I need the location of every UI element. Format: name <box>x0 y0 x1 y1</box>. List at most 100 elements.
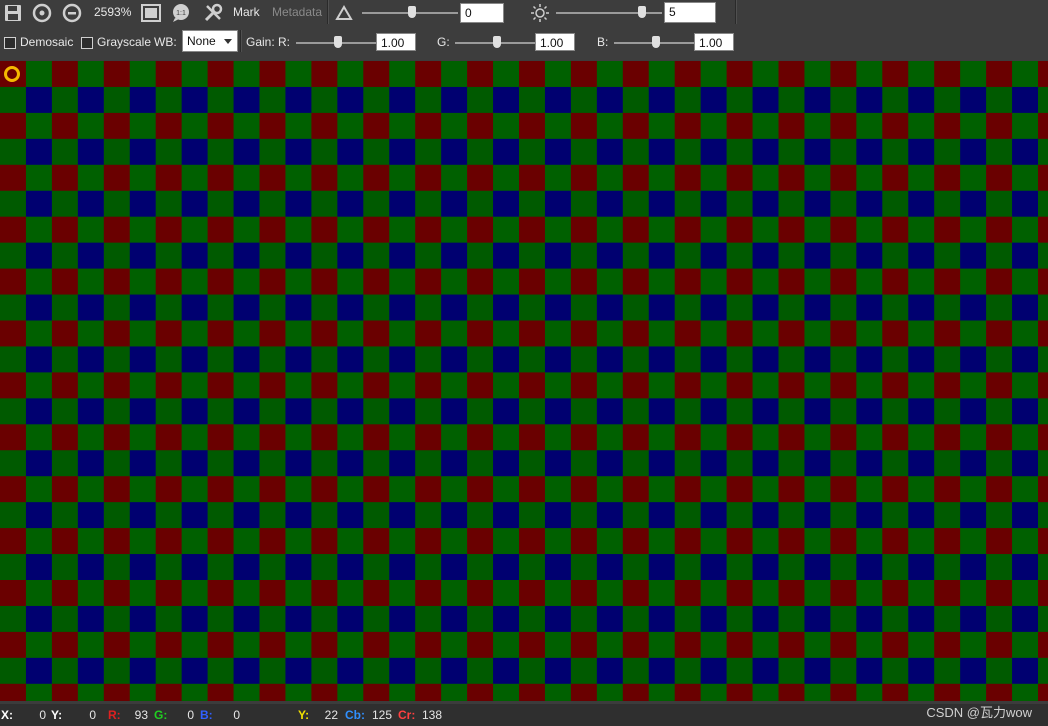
bayer-pixel <box>882 424 909 451</box>
mark-button[interactable]: Mark <box>233 5 260 19</box>
contrast-input[interactable]: 0 <box>460 3 504 23</box>
bayer-pixel <box>960 605 987 633</box>
bayer-pixel <box>363 268 390 296</box>
bayer-pixel <box>544 268 572 296</box>
bayer-pixel <box>363 631 390 659</box>
bayer-pixel <box>856 61 883 88</box>
bayer-pixel <box>129 605 157 633</box>
bayer-pixel <box>1038 580 1048 607</box>
bayer-pixel <box>986 631 1013 659</box>
bayer-pixel <box>0 320 27 348</box>
bayer-pixel <box>337 657 364 685</box>
bayer-pixel <box>908 580 935 607</box>
bayer-pixel <box>960 683 987 701</box>
bayer-pixel <box>233 112 261 140</box>
bayer-pixel <box>622 424 650 451</box>
contrast-slider-thumb[interactable] <box>408 6 416 18</box>
gain-r-slider-thumb[interactable] <box>334 36 342 48</box>
gain-g-input[interactable]: 1.00 <box>535 33 575 51</box>
bayer-pixel <box>389 683 416 701</box>
bayer-pixel <box>986 164 1013 192</box>
bayer-pixel <box>934 683 961 701</box>
bayer-pixel <box>519 216 546 244</box>
bayer-pixel <box>415 112 442 140</box>
bayer-pixel <box>0 528 27 555</box>
brightness-input[interactable]: 5 <box>664 2 716 23</box>
gain-g-slider-thumb[interactable] <box>493 36 501 48</box>
bayer-pixel <box>804 476 831 503</box>
bayer-pixel <box>804 164 831 192</box>
bayer-pixel <box>544 372 572 399</box>
bayer-pixel <box>726 398 754 425</box>
bayer-pixel <box>467 476 494 503</box>
bayer-pixel <box>908 502 935 529</box>
tools-icon[interactable] <box>202 2 224 24</box>
bayer-pixel <box>285 216 312 244</box>
zoom-in-icon[interactable] <box>31 2 53 24</box>
save-icon[interactable] <box>2 2 24 24</box>
bayer-pixel <box>519 631 546 659</box>
bayer-pixel <box>882 216 909 244</box>
gain-b-input[interactable]: 1.00 <box>694 33 734 51</box>
bayer-pixel <box>934 138 961 166</box>
bayer-pixel <box>233 138 261 166</box>
bayer-pixel <box>259 294 287 322</box>
bayer-pixel <box>700 294 728 322</box>
bayer-pixel <box>882 61 909 88</box>
fit-window-icon[interactable] <box>140 2 162 24</box>
bayer-pixel <box>960 138 987 166</box>
bayer-pixel <box>415 61 442 88</box>
bayer-pixel <box>648 294 676 322</box>
gain-b-slider-thumb[interactable] <box>652 36 660 48</box>
bayer-pixel <box>986 242 1013 270</box>
bayer-pixel <box>129 424 157 451</box>
bayer-pixel <box>155 216 183 244</box>
bayer-pixel <box>986 294 1013 322</box>
bayer-pixel <box>493 346 520 373</box>
bayer-pixel <box>700 216 728 244</box>
bayer-pixel <box>519 164 546 192</box>
bayer-pixel <box>337 320 364 348</box>
bayer-pixel <box>830 398 857 425</box>
bayer-pixel <box>934 631 961 659</box>
bayer-pixel <box>233 605 261 633</box>
bayer-pixel <box>389 580 416 607</box>
image-canvas[interactable] <box>0 61 1048 701</box>
bayer-pixel <box>882 528 909 555</box>
bayer-pixel <box>570 294 598 322</box>
wb-select[interactable]: None <box>182 30 238 52</box>
bayer-pixel <box>285 61 312 88</box>
bayer-pixel <box>415 476 442 503</box>
bayer-pixel <box>1012 554 1039 581</box>
zoom-out-icon[interactable] <box>61 2 83 24</box>
bayer-pixel <box>570 216 598 244</box>
bayer-pixel <box>51 112 79 140</box>
bayer-pixel <box>311 528 338 555</box>
brightness-slider[interactable] <box>556 12 662 14</box>
bayer-pixel <box>467 242 494 270</box>
brightness-slider-thumb[interactable] <box>638 6 646 18</box>
one-to-one-icon[interactable]: 1:1 <box>170 2 192 24</box>
gain-r-input[interactable]: 1.00 <box>376 33 416 51</box>
grayscale-checkbox[interactable] <box>81 37 93 49</box>
bayer-pixel <box>207 216 235 244</box>
bayer-pixel <box>856 294 883 322</box>
bayer-pixel <box>233 86 261 114</box>
bayer-pixel <box>181 554 209 581</box>
bayer-pixel <box>856 424 883 451</box>
bayer-pixel <box>389 424 416 451</box>
bayer-pixel <box>908 424 935 451</box>
bayer-pixel <box>363 112 390 140</box>
gain-label: Gain: <box>246 35 275 49</box>
bayer-pixel <box>986 605 1013 633</box>
bayer-pixel <box>415 346 442 373</box>
bayer-pixel <box>674 657 702 685</box>
bayer-pixel <box>363 138 390 166</box>
bayer-pixel <box>596 605 624 633</box>
bayer-pixel <box>778 294 806 322</box>
bayer-pixel <box>103 683 131 701</box>
bayer-pixel <box>596 657 624 685</box>
metadata-button[interactable]: Metadata <box>272 5 322 19</box>
demosaic-checkbox[interactable] <box>4 37 16 49</box>
bayer-pixel <box>259 398 287 425</box>
